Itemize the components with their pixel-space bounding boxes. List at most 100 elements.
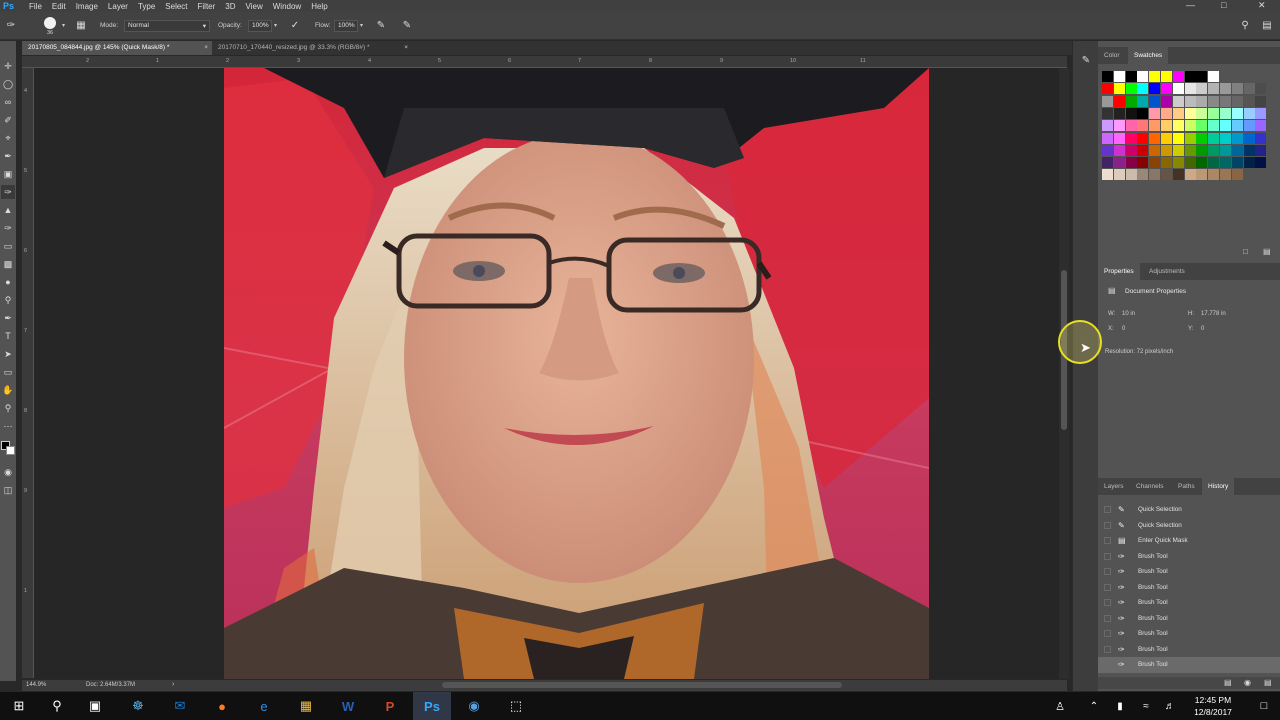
color-swatch[interactable]	[1102, 132, 1113, 144]
color-swatch[interactable]	[1172, 71, 1184, 82]
tab-color[interactable]: Color	[1098, 47, 1126, 64]
color-swatch[interactable]	[1196, 83, 1208, 95]
powerpoint-icon[interactable]: P	[371, 692, 409, 720]
color-swatch[interactable]	[1102, 157, 1113, 169]
color-swatch[interactable]	[1102, 144, 1113, 156]
menu-type[interactable]: Type	[133, 2, 160, 11]
color-swatch[interactable]	[1149, 95, 1161, 107]
history-state-row[interactable]: ✑ Brush Tool	[1098, 642, 1280, 658]
menu-3d[interactable]: 3D	[220, 2, 240, 11]
color-swatch[interactable]	[1255, 83, 1267, 95]
marquee-tool-icon[interactable]: ◯	[1, 77, 15, 91]
color-swatch[interactable]	[1161, 144, 1172, 156]
tab-document-2[interactable]: 20170710_170440_resized.jpg @ 33.3% (RGB…	[212, 41, 412, 55]
color-swatch[interactable]	[1220, 83, 1231, 95]
color-swatch[interactable]	[1125, 83, 1137, 95]
color-swatch[interactable]	[1102, 107, 1113, 119]
gradient-tool-icon[interactable]: ▩	[1, 257, 15, 271]
snipping-tool-icon[interactable]: ⬚	[497, 692, 535, 720]
flow-input[interactable]: 100%	[334, 20, 358, 32]
file-explorer-icon[interactable]: ▦	[287, 692, 325, 720]
color-swatch[interactable]	[1184, 169, 1196, 181]
color-swatch[interactable]	[1172, 157, 1184, 169]
history-state-row[interactable]: ✑ Brush Tool	[1098, 657, 1280, 673]
screen-mode-icon[interactable]: ◫	[1, 483, 15, 497]
color-swatch[interactable]	[1231, 132, 1243, 144]
history-snapshot-checkbox[interactable]	[1104, 506, 1111, 513]
zoom-tool-icon[interactable]: ⚲	[1, 401, 15, 415]
color-swatch[interactable]	[1161, 71, 1172, 82]
color-swatch[interactable]	[1243, 107, 1255, 119]
crop-tool-icon[interactable]: ⌖	[1, 131, 15, 145]
tab-properties[interactable]: Properties	[1098, 263, 1140, 280]
search-icon[interactable]: ⚲	[1238, 19, 1252, 33]
color-swatch[interactable]	[1137, 71, 1149, 82]
color-swatch[interactable]	[1220, 95, 1231, 107]
pen-tool-icon[interactable]: ✒	[1, 311, 15, 325]
color-swatch[interactable]	[1184, 107, 1196, 119]
color-swatch[interactable]	[1231, 95, 1243, 107]
quick-mask-icon[interactable]: ◉	[1, 465, 15, 479]
color-swatch[interactable]	[1161, 132, 1172, 144]
color-swatch[interactable]	[1125, 120, 1137, 132]
dodge-tool-icon[interactable]: ⚲	[1, 293, 15, 307]
color-swatch[interactable]	[1255, 157, 1267, 169]
color-swatch[interactable]	[1149, 71, 1161, 82]
pressure-opacity-icon[interactable]: ✓	[288, 19, 302, 33]
color-swatch[interactable]	[1149, 144, 1161, 156]
network-app-icon[interactable]: ☸	[119, 692, 157, 720]
search-icon[interactable]: ⚲	[38, 692, 76, 720]
color-swatch[interactable]	[1196, 132, 1208, 144]
menu-select[interactable]: Select	[160, 2, 192, 11]
color-swatch[interactable]	[1161, 107, 1172, 119]
y-value[interactable]: 0	[1201, 326, 1204, 332]
color-swatch[interactable]	[1172, 95, 1184, 107]
hand-tool-icon[interactable]: ✋	[1, 383, 15, 397]
color-swatch[interactable]	[1208, 95, 1220, 107]
history-state-row[interactable]: ✑ Brush Tool	[1098, 626, 1280, 642]
color-swatch[interactable]	[1231, 144, 1243, 156]
chevron-down-icon[interactable]: ▾	[62, 22, 65, 29]
color-swatch[interactable]	[1161, 83, 1172, 95]
maximize-icon[interactable]: □	[1221, 0, 1226, 10]
color-swatch[interactable]	[1125, 169, 1137, 181]
color-swatch[interactable]	[1113, 120, 1125, 132]
color-swatch[interactable]	[1102, 83, 1113, 95]
color-swatch[interactable]	[1172, 107, 1184, 119]
color-swatch[interactable]	[1137, 157, 1149, 169]
new-document-from-state-icon[interactable]: ▤	[1224, 678, 1232, 687]
color-swatch[interactable]	[1149, 83, 1161, 95]
chevron-down-icon[interactable]: ▾	[360, 22, 363, 29]
color-swatch[interactable]	[1243, 83, 1255, 95]
color-swatch[interactable]	[1208, 144, 1220, 156]
history-snapshot-checkbox[interactable]	[1104, 645, 1111, 653]
healing-tool-icon[interactable]: ▣	[1, 167, 15, 181]
color-swatch[interactable]	[1113, 107, 1125, 119]
opacity-input[interactable]: 100%	[248, 20, 272, 32]
tab-swatches[interactable]: Swatches	[1128, 47, 1169, 64]
height-value[interactable]: 17.778 in	[1201, 311, 1226, 317]
recorder-icon[interactable]: ◉	[455, 692, 493, 720]
blur-tool-icon[interactable]: ●	[1, 275, 15, 289]
color-swatch[interactable]	[1196, 107, 1208, 119]
color-swatch[interactable]	[1137, 169, 1149, 181]
color-swatch[interactable]	[1220, 169, 1231, 181]
history-brush-tool-icon[interactable]: ✑	[1, 221, 15, 235]
clock[interactable]: 12:45 PM 12/8/2017	[1188, 694, 1238, 718]
zoom-level[interactable]: 144.9%	[26, 682, 46, 688]
history-state-row[interactable]: ✎ Quick Selection	[1098, 502, 1280, 518]
color-swatch[interactable]	[1149, 169, 1161, 181]
color-swatch[interactable]	[1196, 169, 1208, 181]
history-state-row[interactable]: ✑ Brush Tool	[1098, 564, 1280, 580]
chevron-right-icon[interactable]: ›	[172, 681, 174, 688]
color-swatch[interactable]	[1220, 107, 1231, 119]
firefox-icon[interactable]: ●	[203, 692, 241, 720]
stamp-tool-icon[interactable]: ▲	[1, 203, 15, 217]
close-icon[interactable]: ×	[404, 41, 408, 55]
color-swatch[interactable]	[1231, 107, 1243, 119]
history-snapshot-checkbox[interactable]	[1104, 661, 1111, 668]
windows-start-icon[interactable]: ⊞	[0, 692, 38, 720]
color-swatch[interactable]	[1184, 132, 1196, 144]
mode-select[interactable]: Normal ▾	[124, 20, 210, 32]
tab-layers[interactable]: Layers	[1098, 478, 1130, 495]
